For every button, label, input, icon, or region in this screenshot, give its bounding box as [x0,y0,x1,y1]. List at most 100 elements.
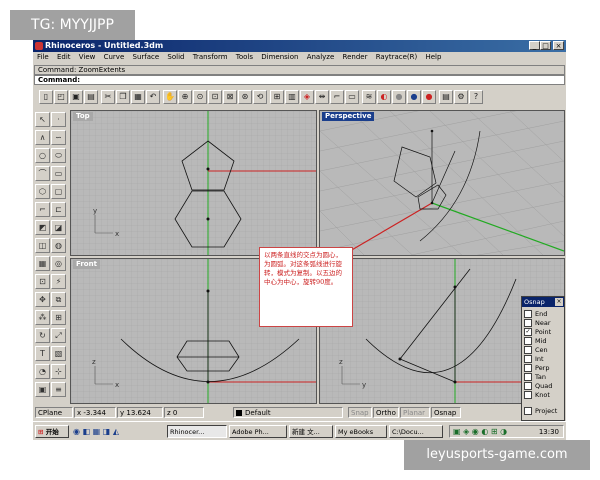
tray-icons[interactable]: ▣ ◈ ◉ ◐ ⊞ ◑ [453,427,507,436]
status-osnap[interactable]: Osnap [431,407,461,418]
start-button[interactable]: ⊞ 开始 [35,425,69,438]
maximize-button[interactable]: □ [540,41,551,50]
taskbar-item-photoshop[interactable]: Adobe Ph... [229,425,287,438]
taskbar-item-documents[interactable]: C:\Docu... [389,425,443,438]
render-sphere-icon[interactable]: ● [407,90,421,104]
color-palette-icon[interactable]: ◐ [377,90,391,104]
checkbox-icon[interactable] [524,364,532,372]
array-icon[interactable]: ⁂ [35,310,50,325]
layer-icon[interactable]: ≋ [362,90,376,104]
osnap-perp[interactable]: Perp [524,364,550,373]
checkbox-checked-icon[interactable]: ✓ [524,328,532,336]
osnap-quad[interactable]: Quad [524,382,552,391]
menu-curve[interactable]: Curve [104,53,125,61]
checkbox-icon[interactable] [524,319,532,327]
menu-view[interactable]: View [79,53,96,61]
status-layer[interactable]: Default [233,407,343,418]
help-icon[interactable]: ? [469,90,483,104]
grid-icon[interactable]: ▥ [285,90,299,104]
close-button[interactable]: × [553,41,564,50]
osnap-near[interactable]: Near [524,319,551,328]
save-icon[interactable]: ▣ [69,90,83,104]
taskbar-item-new-text[interactable]: 新建 文... [289,425,333,438]
pan-icon[interactable]: ✋ [163,90,177,104]
taskbar-item-my-ebooks[interactable]: My eBooks [335,425,387,438]
menu-surface[interactable]: Surface [133,53,160,61]
copy-object-icon[interactable]: ⧉ [51,292,66,307]
text-icon[interactable]: T [35,346,50,361]
osnap-tan[interactable]: Tan [524,373,546,382]
fillet-icon[interactable]: ⌐ [35,202,50,217]
menu-solid[interactable]: Solid [167,53,184,61]
viewport-label-top[interactable]: Top [73,112,93,121]
checkbox-icon[interactable] [524,391,532,399]
copy-icon[interactable]: ❐ [116,90,130,104]
four-viewports-icon[interactable]: ⊞ [270,90,284,104]
dimension-icon[interactable]: ⊡ [35,274,50,289]
zoom-icon[interactable]: ⊙ [193,90,207,104]
menu-edit[interactable]: Edit [57,53,71,61]
osnap-knot[interactable]: Knot [524,391,550,400]
offset-icon[interactable]: ⊏ [51,202,66,217]
open-file-icon[interactable]: ◰ [54,90,68,104]
checkbox-icon[interactable] [524,310,532,318]
osnap-close-icon[interactable]: × [555,298,563,306]
rectangle-icon[interactable]: ▭ [51,166,66,181]
extrude-icon[interactable]: ◪ [51,220,66,235]
status-ortho[interactable]: Ortho [373,407,399,418]
polyline-icon[interactable]: ∧ [35,130,50,145]
wire-icon[interactable]: ⌐ [330,90,344,104]
checkbox-icon[interactable] [524,382,532,390]
minimize-button[interactable]: _ [529,41,540,50]
osnap-mid[interactable]: Mid [524,337,547,346]
zoom-window-icon[interactable]: ⊡ [208,90,222,104]
point-icon[interactable]: · [51,112,66,127]
arc-icon[interactable]: ⌒ [35,166,50,181]
render-icon[interactable]: ▣ [35,382,50,397]
rotate-icon[interactable]: ↻ [35,328,50,343]
taskbar-item-rhino[interactable]: Rhinocer... [167,425,227,438]
checkbox-icon[interactable] [524,346,532,354]
menu-help[interactable]: Help [425,53,441,61]
surface-icon[interactable]: ◩ [35,220,50,235]
move-icon[interactable]: ✥ [35,292,50,307]
menu-raytrace[interactable]: Raytrace(R) [376,53,418,61]
render-mode-icon[interactable]: ▭ [345,90,359,104]
undo-icon[interactable]: ↶ [146,90,160,104]
menu-analyze[interactable]: Analyze [307,53,335,61]
menu-dimension[interactable]: Dimension [261,53,298,61]
analyze-icon[interactable]: ◔ [35,364,50,379]
mesh-icon[interactable]: ▦ [35,256,50,271]
viewport-perspective[interactable]: Perspective [319,110,565,256]
polygon-icon[interactable]: ⬡ [35,184,50,199]
quick-launch-icons[interactable]: ◉ ◧ ▦ ◨ ◭ [73,426,163,437]
curve-icon[interactable]: ∽ [51,130,66,145]
new-file-icon[interactable]: ▯ [39,90,53,104]
undo-view-icon[interactable]: ⟲ [253,90,267,104]
properties-icon[interactable]: ▤ [439,90,453,104]
box-icon[interactable]: ◫ [35,238,50,253]
car-icon[interactable]: ◈ [300,90,314,104]
status-snap[interactable]: Snap [348,407,372,418]
osnap-cen[interactable]: Cen [524,346,548,355]
osnap-point[interactable]: ✓ Point [524,328,551,337]
checkbox-icon[interactable] [524,337,532,345]
print-icon[interactable]: ▤ [84,90,98,104]
menu-render[interactable]: Render [343,53,368,61]
text-object-icon[interactable]: ▢ [51,184,66,199]
zoom-selected-icon[interactable]: ⊛ [238,90,252,104]
osnap-int[interactable]: Int [524,355,544,364]
menu-file[interactable]: File [37,53,49,61]
hatch-icon[interactable]: ▧ [51,346,66,361]
sphere-icon[interactable]: ◍ [51,238,66,253]
lightning-icon[interactable]: ⚡ [51,274,66,289]
osnap-end[interactable]: End [524,310,547,319]
layer-manager-icon[interactable]: ≡ [51,382,66,397]
shade-icon[interactable]: ● [392,90,406,104]
menu-tools[interactable]: Tools [236,53,253,61]
material-sphere-icon[interactable]: ● [422,90,436,104]
select-arrow-icon[interactable]: ↖ [35,112,50,127]
viewport-label-perspective[interactable]: Perspective [322,112,375,121]
status-planar[interactable]: Planar [400,407,430,418]
scale-icon[interactable]: ⤢ [51,328,66,343]
